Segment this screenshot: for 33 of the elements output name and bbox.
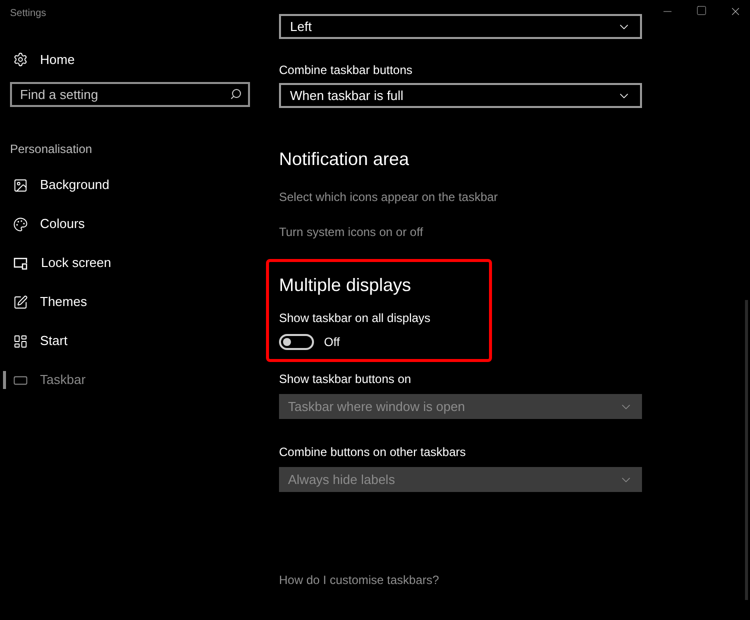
sidebar-item[interactable]: Colours (13, 214, 85, 234)
section-heading: Personalisation (10, 140, 92, 158)
toggle-switch[interactable] (279, 334, 314, 350)
palette-icon (13, 216, 28, 232)
settings-icon (13, 52, 28, 68)
scrollbar[interactable] (745, 300, 748, 600)
help-link[interactable]: How do I customise taskbars? (279, 571, 440, 589)
window-title: Settings (10, 7, 46, 21)
dropdown[interactable]: Left (279, 14, 642, 39)
settings-link[interactable]: Select which icons appear on the taskbar (279, 188, 498, 206)
maximize-icon[interactable] (696, 5, 707, 16)
sidebar-item[interactable]: Taskbar (13, 370, 86, 390)
lock-screen-icon (13, 255, 29, 271)
picture-icon (13, 178, 28, 192)
sidebar-item[interactable]: Start (13, 331, 68, 351)
sidebar-item[interactable]: Lock screen (13, 253, 112, 273)
settings-link[interactable]: Turn system icons on or off (279, 223, 424, 241)
pen-square-icon (13, 294, 28, 310)
section-heading: Multiple displays (279, 274, 412, 297)
tiles-icon (13, 334, 28, 348)
sidebar-item[interactable]: Background (13, 175, 110, 195)
toggle-state: Off (324, 334, 340, 351)
dropdown[interactable]: When taskbar is full (279, 83, 642, 108)
setting-label: Show taskbar on all displays (279, 310, 432, 327)
setting-label: Combine buttons on other taskbars (279, 444, 466, 461)
search-icon (230, 88, 242, 100)
setting-label: Show taskbar buttons on (279, 371, 412, 388)
section-heading: Notification area (279, 148, 410, 171)
close-icon[interactable] (729, 5, 742, 18)
search-field[interactable]: Find a setting (10, 82, 250, 106)
sidebar-item[interactable]: Themes (13, 292, 87, 312)
setting-label: Combine taskbar buttons (279, 62, 412, 79)
home-nav-item[interactable]: Home (13, 50, 75, 70)
